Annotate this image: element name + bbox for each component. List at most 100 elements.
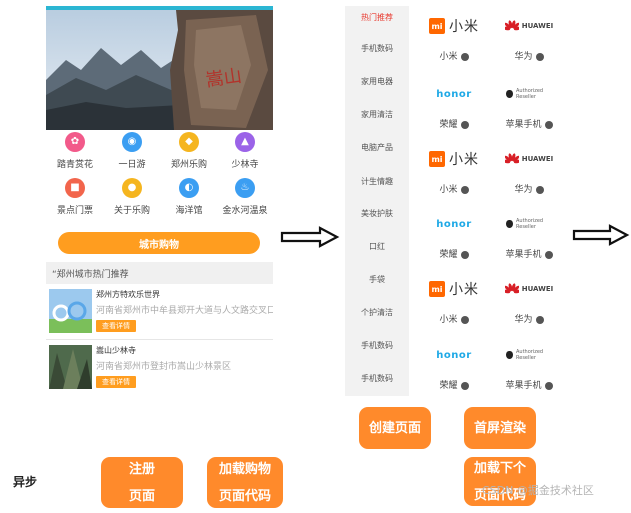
brand-name: 华为	[493, 49, 565, 62]
huawei-petal-icon	[504, 153, 519, 164]
info-badge-icon	[544, 381, 553, 390]
authorized-reseller-text: Authorized Reseller	[516, 218, 544, 230]
category-item[interactable]: ◉ 一日游	[106, 132, 158, 170]
info-badge-icon	[460, 250, 469, 259]
category-item[interactable]: ▲ 少林寺	[219, 132, 271, 170]
category-tab[interactable]: 家用清洁	[345, 109, 409, 120]
attraction-thumbnail	[49, 345, 92, 389]
category-label: 踏青赏花	[56, 160, 93, 170]
brand-name: 荣耀	[418, 378, 490, 391]
attraction-item[interactable]: 嵩山少林寺河南省郑州市登封市嵩山少林景区 查看详情	[46, 345, 273, 389]
category-label: 海洋馆	[175, 206, 203, 216]
attraction-title: 郑州方特欢乐世界	[96, 290, 160, 299]
xiaomi-logo: mi 小米	[418, 14, 490, 38]
mi-mark: mi	[429, 18, 445, 34]
attraction-address: 河南省郑州市中牟县郑开大道与人文路交叉口	[96, 306, 273, 316]
brand-label: 苹果手机	[505, 120, 542, 130]
ticket-icon: ■	[65, 178, 85, 198]
info-badge-icon	[535, 185, 544, 194]
brand-label: 华为	[514, 52, 533, 62]
brand-label: 荣耀	[439, 250, 458, 260]
category-item[interactable]: ● 关于乐购	[106, 178, 158, 216]
honor-logo: honor	[418, 343, 490, 367]
mi-mark: mi	[429, 151, 445, 167]
arrow-right-icon	[572, 224, 630, 246]
huawei-logo: HUAWEI	[493, 147, 565, 171]
honor-logo: honor	[418, 82, 490, 106]
category-tab[interactable]: 家用电器	[345, 76, 409, 87]
brand-name: 华为	[493, 312, 565, 325]
brand-name: 苹果手机	[493, 378, 565, 391]
hot-spring-icon: ♨	[235, 178, 255, 198]
view-details-button[interactable]: 查看详情	[96, 320, 136, 332]
mi-wordmark: 小米	[449, 282, 479, 298]
category-tab[interactable]: 手机数码	[345, 340, 409, 351]
view-details-button[interactable]: 查看详情	[96, 376, 136, 388]
category-tab[interactable]: 计生情趣	[345, 176, 409, 187]
first-screen-render-button[interactable]: 首屏渲染	[464, 407, 536, 449]
info-icon: ●	[122, 178, 142, 198]
category-tab[interactable]: 手机数码	[345, 373, 409, 384]
category-tab[interactable]: 口红	[345, 241, 409, 252]
car-icon: ◉	[122, 132, 142, 152]
category-item[interactable]: ✿ 踏青赏花	[49, 132, 101, 170]
category-sidebar: 热门推荐 手机数码 家用电器 家用清洁 电脑产品 计生情趣 美妆护肤 口红 手袋 个护清洁 手机数码…	[345, 6, 409, 396]
register-page-button[interactable]: 注册 页面	[101, 457, 183, 508]
brand-label: 苹果手机	[505, 250, 542, 260]
category-item[interactable]: ◐ 海洋馆	[163, 178, 215, 216]
brand-name: 华为	[493, 182, 565, 195]
category-tab[interactable]: 电脑产品	[345, 142, 409, 153]
category-item[interactable]: ♨ 金水河温泉	[219, 178, 271, 216]
brand-name: 苹果手机	[493, 247, 565, 260]
category-tab[interactable]: 个护清洁	[345, 307, 409, 318]
brand-name: 苹果手机	[493, 117, 565, 130]
brand-label: 荣耀	[439, 381, 458, 391]
category-label: 一日游	[118, 160, 146, 170]
ocean-icon: ◐	[179, 178, 199, 198]
info-badge-icon	[460, 120, 469, 129]
brand-label: 苹果手机	[505, 381, 542, 391]
honor-wordmark: honor	[436, 88, 472, 100]
attraction-item[interactable]: 郑州方特欢乐世界河南省郑州市中牟县郑开大道与人文路交叉口 查看详情	[46, 289, 273, 333]
category-label: 郑州乐购	[170, 160, 207, 170]
apple-logo: Authorized Reseller	[493, 343, 565, 367]
attraction-address: 河南省郑州市登封市嵩山少林景区	[96, 362, 232, 372]
attraction-title: 嵩山少林寺	[96, 346, 136, 355]
watermark: CSDN @掘金技术社区	[482, 484, 594, 497]
load-shopping-code-button[interactable]: 加载购物 页面代码	[207, 457, 283, 508]
category-label: 少林寺	[231, 160, 259, 170]
category-tab[interactable]: 美妆护肤	[345, 208, 409, 219]
async-label: 异步	[13, 475, 38, 489]
huawei-wordmark: HUAWEI	[521, 285, 554, 293]
xiaomi-logo: mi 小米	[418, 147, 490, 171]
brand-label: 华为	[514, 185, 533, 195]
category-tab[interactable]: 手袋	[345, 274, 409, 285]
section-header: “郑州城市热门推荐	[46, 262, 273, 284]
create-page-button[interactable]: 创建页面	[359, 407, 431, 449]
huawei-wordmark: HUAWEI	[521, 22, 554, 30]
xiaomi-logo: mi 小米	[418, 277, 490, 301]
brand-name: 小米	[418, 312, 490, 325]
honor-logo: honor	[418, 212, 490, 236]
huawei-petal-icon	[504, 283, 519, 294]
info-badge-icon	[460, 185, 469, 194]
banner-image[interactable]: 嵩山	[46, 10, 273, 130]
arrow-right-icon	[280, 226, 340, 248]
temple-icon: ▲	[235, 132, 255, 152]
category-tab[interactable]: 手机数码	[345, 43, 409, 54]
authorized-reseller-text: Authorized Reseller	[516, 88, 544, 100]
category-tab[interactable]: 热门推荐	[345, 12, 409, 23]
huawei-logo: HUAWEI	[493, 14, 565, 38]
info-badge-icon	[535, 52, 544, 61]
info-badge-icon	[460, 52, 469, 61]
category-item[interactable]: ■ 景点门票	[49, 178, 101, 216]
city-shopping-screen: 嵩山 ✿ 踏青赏花 ◉ 一日游 ◆ 郑州乐购 ▲ 少林寺 ■ 景点门票 ● 关于乐购 ◐ 海洋馆 ♨ 金水河温…	[46, 6, 273, 390]
authorized-reseller-text: Authorized Reseller	[516, 349, 544, 361]
brand-name: 荣耀	[418, 247, 490, 260]
huawei-petal-icon	[504, 20, 519, 31]
huawei-logo: HUAWEI	[493, 277, 565, 301]
city-shopping-button[interactable]: 城市购物	[58, 232, 260, 254]
category-item[interactable]: ◆ 郑州乐购	[163, 132, 215, 170]
apple-logo: Authorized Reseller	[493, 82, 565, 106]
brand-label: 华为	[514, 315, 533, 325]
